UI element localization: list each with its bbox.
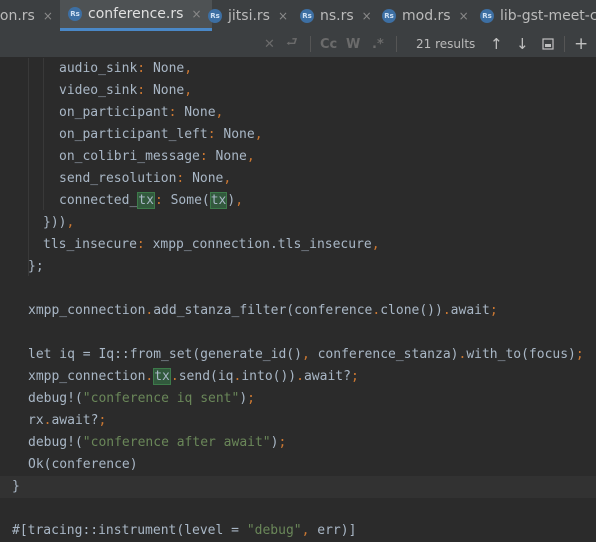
code-line: })), [43,215,75,230]
clear-search-icon[interactable]: ✕ [264,31,275,57]
rust-file-icon: Rs [208,8,222,23]
regex-button[interactable]: .* [372,31,384,57]
code-line: audio_sink: None, [59,61,193,76]
code-line: Ok(conference) [28,457,138,472]
search-match: tx [153,368,171,385]
find-bar: ✕ ⮐ Cc W .* 21 results ↑ ↓ + [0,31,596,58]
close-icon[interactable]: × [278,9,288,23]
editor-tab-bar: ion.rs × Rs conference.rs × Rs jitsi.rs … [0,0,596,32]
code-line: rx.await?; [28,413,107,428]
tab-jitsi-rs[interactable]: Rs jitsi.rs × [208,0,288,31]
tab-label: ns.rs [320,7,354,24]
close-icon[interactable]: × [191,7,201,21]
code-line: }; [28,259,44,274]
code-editor[interactable]: audio_sink: None, video_sink: None, on_p… [0,58,596,538]
code-line: let iq = Iq::from_set(generate_id(), con… [28,347,584,362]
code-line: xmpp_connection.add_stanza_filter(confer… [28,303,498,318]
code-line: debug!("conference after await"); [28,435,287,450]
tab-lib-gst-meet[interactable]: Rs lib-gst-meet-c/ [480,0,596,31]
tab-label: jitsi.rs [228,7,270,24]
code-line: xmpp_connection.tx.send(iq.into()).await… [28,368,359,385]
close-icon[interactable]: × [362,9,372,23]
search-match: tx [209,192,228,209]
match-case-button[interactable]: Cc [320,31,337,57]
rust-file-icon: Rs [68,7,82,21]
close-icon[interactable]: × [459,9,469,23]
tab-label: ion.rs [0,7,35,24]
whole-words-button[interactable]: W [346,31,360,57]
tab-label: lib-gst-meet-c/ [500,7,596,24]
code-line: tls_insecure: xmpp_connection.tls_insecu… [43,237,380,252]
code-line: on_participant: None, [59,105,224,120]
tab-label: mod.rs [402,7,451,24]
add-selection-icon[interactable]: + [574,31,588,57]
code-line: video_sink: None, [59,83,193,98]
tab-ion-rs[interactable]: ion.rs × [0,0,53,31]
tab-conference-rs[interactable]: Rs conference.rs × [60,0,212,31]
rust-file-icon: Rs [382,8,396,23]
tab-label: conference.rs [88,6,184,22]
search-result-count: 21 results [416,37,476,51]
rust-file-icon: Rs [300,8,314,23]
search-match: tx [137,192,155,209]
close-icon[interactable]: × [43,9,53,23]
tab-mod-rs[interactable]: Rs mod.rs × [382,0,469,31]
search-history-icon[interactable]: ⮐ [286,31,298,57]
code-line: send_resolution: None, [59,171,232,186]
next-occurrence-icon[interactable]: ↓ [516,31,529,57]
previous-occurrence-icon[interactable]: ↑ [490,31,503,57]
rust-file-icon: Rs [480,8,494,23]
code-line: on_participant_left: None, [59,127,263,142]
code-line: #[tracing::instrument(level = "debug", e… [12,523,357,538]
code-line: debug!("conference iq sent"); [28,391,255,406]
code-line: on_colibri_message: None, [59,149,255,164]
tab-ns-rs[interactable]: Rs ns.rs × [300,0,372,31]
code-line: } [12,479,20,494]
select-all-occurrences-icon[interactable] [542,31,554,57]
code-line: connected_tx: Some(tx), [59,192,244,209]
